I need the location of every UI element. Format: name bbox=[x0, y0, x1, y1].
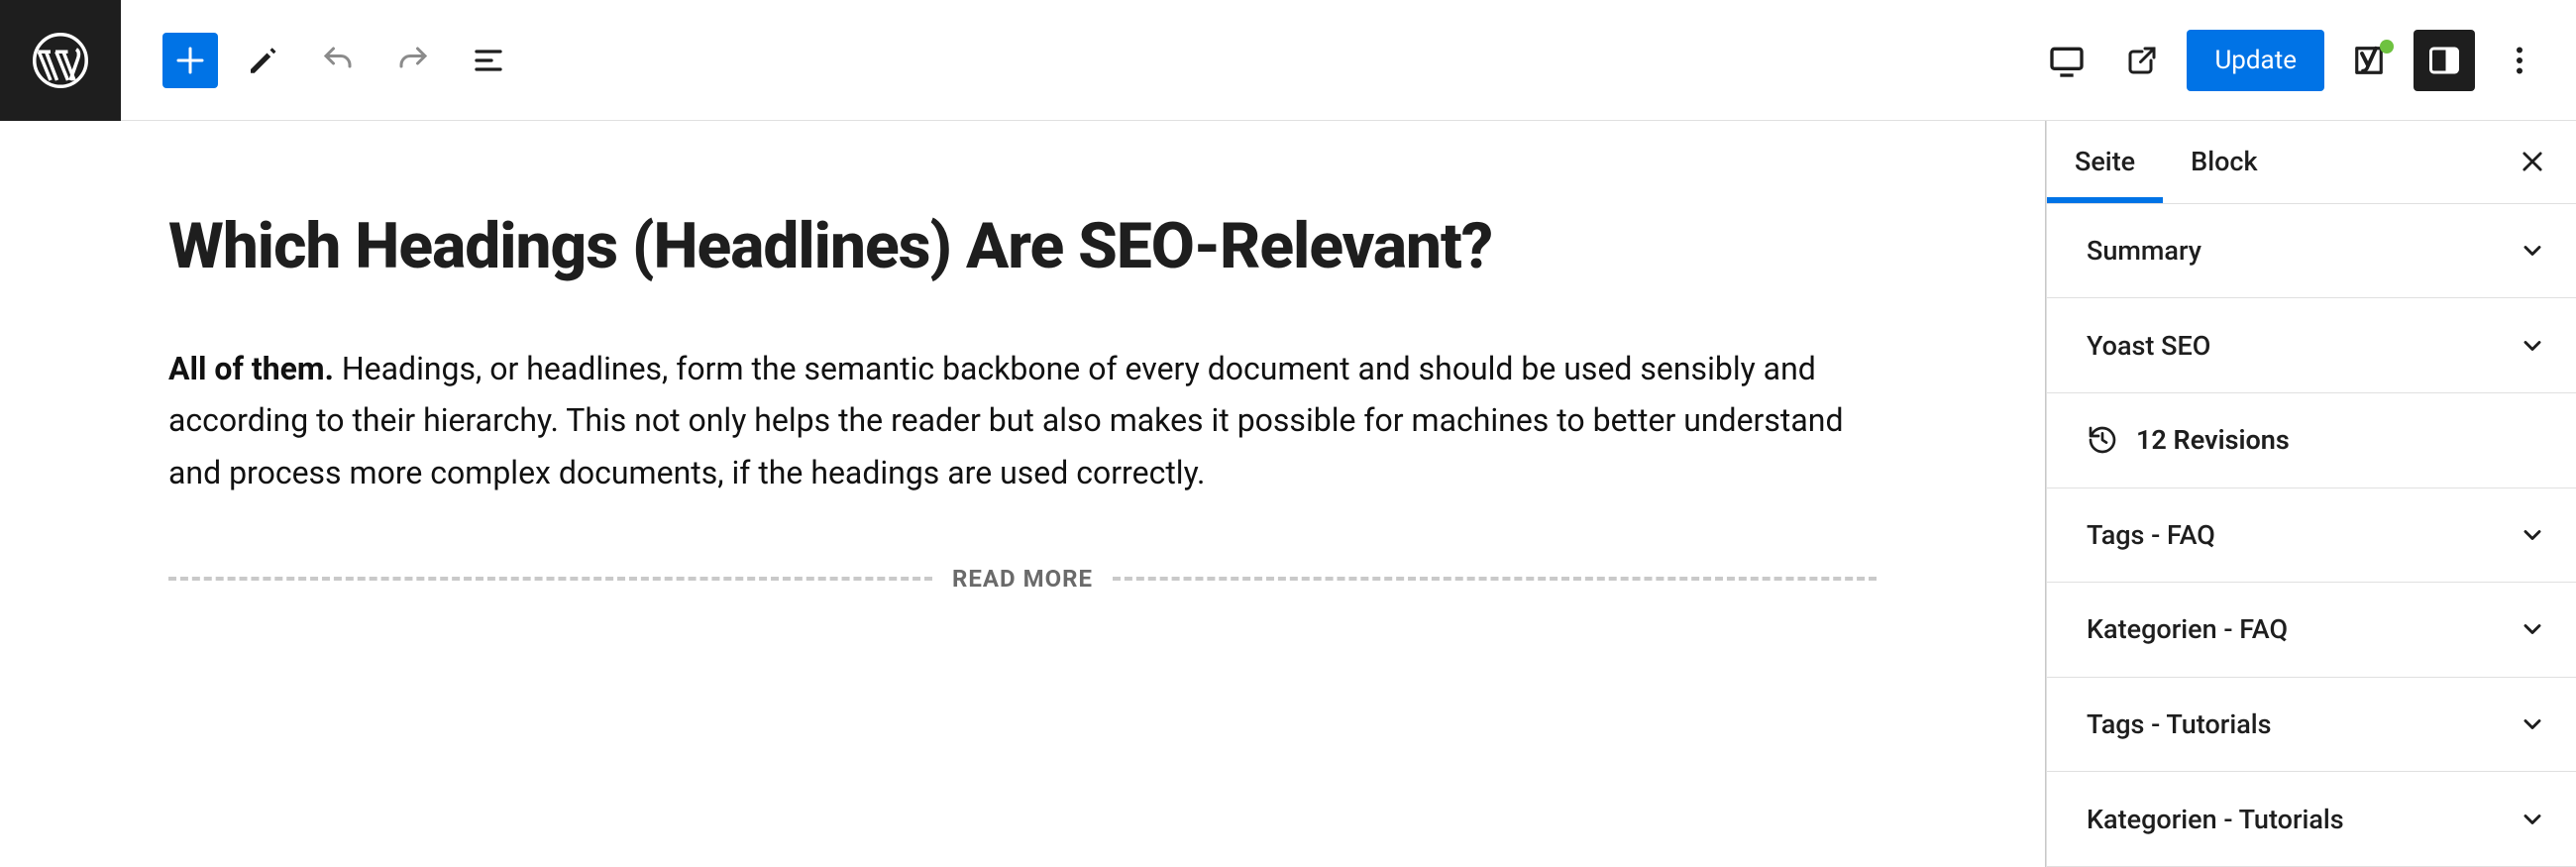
tab-block-label: Block bbox=[2191, 146, 2257, 177]
panel-revisions-label: 12 Revisions bbox=[2136, 424, 2290, 456]
panel-revisions[interactable]: 12 Revisions bbox=[2047, 393, 2576, 488]
post-title[interactable]: Which Headings (Headlines) Are SEO-Relev… bbox=[168, 210, 1877, 283]
pencil-icon bbox=[245, 43, 280, 78]
tab-seite-label: Seite bbox=[2075, 146, 2135, 177]
paragraph-strong: All of them. bbox=[168, 350, 334, 387]
plus-icon bbox=[172, 43, 208, 78]
chevron-down-icon bbox=[2519, 332, 2546, 360]
panel-yoast-label: Yoast SEO bbox=[2087, 330, 2210, 362]
read-more-dash-left bbox=[168, 577, 932, 581]
tools-button[interactable] bbox=[232, 30, 293, 91]
undo-icon bbox=[320, 43, 356, 78]
options-button[interactable] bbox=[2489, 30, 2550, 91]
panel-summary[interactable]: Summary bbox=[2047, 204, 2576, 299]
redo-icon bbox=[395, 43, 431, 78]
editor-canvas[interactable]: Which Headings (Headlines) Are SEO-Relev… bbox=[0, 121, 2046, 867]
top-toolbar: Update bbox=[0, 0, 2576, 121]
panel-kategorien-faq-label: Kategorien - FAQ bbox=[2087, 613, 2288, 645]
toolbar-left-group bbox=[121, 30, 519, 91]
wordpress-logo-button[interactable] bbox=[0, 0, 121, 121]
view-button[interactable] bbox=[2036, 30, 2097, 91]
redo-button[interactable] bbox=[382, 30, 444, 91]
kebab-icon bbox=[2502, 43, 2537, 78]
read-more-dash-right bbox=[1113, 577, 1877, 581]
chevron-down-icon bbox=[2519, 521, 2546, 549]
paragraph-text: Headings, or headlines, form the semanti… bbox=[168, 350, 1844, 492]
history-icon bbox=[2087, 424, 2118, 456]
chevron-down-icon bbox=[2519, 710, 2546, 738]
undo-button[interactable] bbox=[307, 30, 369, 91]
panel-tags-faq[interactable]: Tags - FAQ bbox=[2047, 488, 2576, 584]
desktop-icon bbox=[2047, 41, 2087, 80]
settings-sidebar-toggle[interactable] bbox=[2414, 30, 2475, 91]
close-icon bbox=[2519, 148, 2546, 175]
panel-kategorien-tutorials[interactable]: Kategorien - Tutorials bbox=[2047, 772, 2576, 867]
add-block-button[interactable] bbox=[162, 33, 218, 88]
document-overview-button[interactable] bbox=[458, 30, 519, 91]
panel-summary-label: Summary bbox=[2087, 235, 2201, 267]
panel-kategorien-tutorials-label: Kategorien - Tutorials bbox=[2087, 804, 2344, 835]
panel-tags-tutorials[interactable]: Tags - Tutorials bbox=[2047, 678, 2576, 773]
panel-tags-faq-label: Tags - FAQ bbox=[2087, 519, 2215, 551]
chevron-down-icon bbox=[2519, 615, 2546, 643]
wordpress-icon bbox=[31, 31, 90, 90]
settings-sidebar: Seite Block Summary Yoast SEO bbox=[2046, 121, 2576, 867]
list-icon bbox=[471, 43, 506, 78]
post-paragraph[interactable]: All of them. Headings, or headlines, for… bbox=[168, 343, 1877, 499]
read-more-label: READ MORE bbox=[952, 565, 1093, 593]
panel-kategorien-faq[interactable]: Kategorien - FAQ bbox=[2047, 583, 2576, 678]
update-button-label: Update bbox=[2214, 46, 2297, 75]
update-button[interactable]: Update bbox=[2187, 30, 2324, 91]
preview-external-button[interactable] bbox=[2111, 30, 2173, 91]
panel-tags-tutorials-label: Tags - Tutorials bbox=[2087, 708, 2272, 740]
toolbar-right-group: Update bbox=[2036, 30, 2576, 91]
sidebar-close-button[interactable] bbox=[2499, 148, 2566, 175]
read-more-block[interactable]: READ MORE bbox=[168, 565, 1877, 593]
external-link-icon bbox=[2124, 43, 2160, 78]
tab-block[interactable]: Block bbox=[2163, 121, 2285, 203]
yoast-button[interactable] bbox=[2338, 30, 2400, 91]
tab-seite[interactable]: Seite bbox=[2047, 121, 2163, 203]
sidebar-tabs: Seite Block bbox=[2047, 121, 2576, 204]
yoast-status-dot bbox=[2380, 40, 2394, 54]
chevron-down-icon bbox=[2519, 237, 2546, 265]
panel-yoast-seo[interactable]: Yoast SEO bbox=[2047, 298, 2576, 393]
panel-icon bbox=[2426, 43, 2462, 78]
chevron-down-icon bbox=[2519, 806, 2546, 833]
